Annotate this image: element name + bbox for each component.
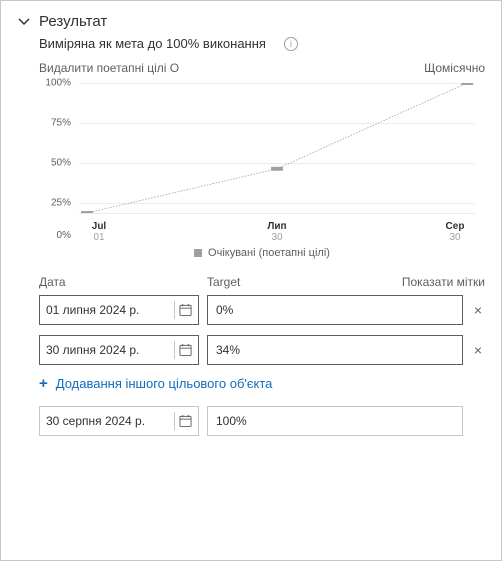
target-input[interactable]: 34% (207, 335, 463, 365)
target-input[interactable]: 100% (207, 406, 463, 436)
target-input[interactable]: 0% (207, 295, 463, 325)
gridline (79, 213, 475, 214)
remove-milestones-link[interactable]: Видалити поетапні цілі О (39, 61, 179, 75)
col-header-target: Target (207, 275, 402, 289)
date-input[interactable]: 30 липня 2024 р. (39, 335, 199, 365)
result-panel: Результат Виміряна як мета до 100% викон… (0, 0, 502, 561)
date-value: 30 серпня 2024 р. (46, 414, 174, 428)
measure-subtitle: Виміряна як мета до 100% виконання (39, 36, 266, 51)
info-icon[interactable]: i (284, 37, 298, 51)
milestone-row: 01 липня 2024 р. 0% × (39, 295, 485, 325)
legend-label: Очікувані (поетапні цілі) (208, 247, 330, 259)
target-value: 34% (216, 343, 240, 357)
panel-header[interactable]: Результат (17, 13, 485, 30)
remove-row-button[interactable]: × (471, 342, 485, 358)
add-milestone-button[interactable]: + Додавання іншого цільового об'єкта (39, 375, 485, 392)
final-milestone-row: 30 серпня 2024 р. 100% (39, 406, 485, 436)
remove-row-button[interactable]: × (471, 302, 485, 318)
date-input[interactable]: 30 серпня 2024 р. (39, 406, 199, 436)
legend-swatch-icon (194, 249, 202, 257)
x-label: Лип 30 (257, 221, 297, 243)
date-value: 01 липня 2024 р. (46, 303, 174, 317)
calendar-icon[interactable] (174, 341, 192, 359)
chart-markers (79, 83, 475, 213)
chevron-down-icon (17, 15, 31, 29)
y-tick: 25% (39, 198, 71, 209)
x-label: Сер 30 (435, 221, 475, 243)
subtitle-row: Виміряна як мета до 100% виконання i (39, 36, 485, 51)
milestone-row: 30 липня 2024 р. 34% × (39, 335, 485, 365)
column-headers: Дата Target Показати мітки (39, 275, 485, 289)
target-value: 0% (216, 303, 233, 317)
panel-title: Результат (39, 13, 107, 30)
y-tick: 0% (39, 230, 71, 241)
chart-plot-area (79, 83, 475, 213)
y-tick: 100% (39, 78, 71, 89)
milestone-chart: 100% 75% 50% 25% 0% Jul 01 Лип (39, 83, 485, 243)
chart-header-row: Видалити поетапні цілі О Щомісячно (39, 61, 485, 75)
x-axis-labels: Jul 01 Лип 30 Сер 30 (79, 221, 475, 243)
calendar-icon[interactable] (174, 412, 192, 430)
add-milestone-label: Додавання іншого цільового об'єкта (56, 376, 273, 391)
y-tick: 50% (39, 158, 71, 169)
y-tick: 75% (39, 118, 71, 129)
target-value: 100% (216, 414, 247, 428)
frequency-link[interactable]: Щомісячно (424, 61, 485, 75)
date-value: 30 липня 2024 р. (46, 343, 174, 357)
chart-legend: Очікувані (поетапні цілі) (39, 247, 485, 259)
x-label: Jul 01 (79, 221, 119, 243)
col-header-labels[interactable]: Показати мітки (402, 275, 485, 289)
plus-icon: + (39, 375, 48, 392)
calendar-icon[interactable] (174, 301, 192, 319)
col-header-date: Дата (39, 275, 207, 289)
date-input[interactable]: 01 липня 2024 р. (39, 295, 199, 325)
